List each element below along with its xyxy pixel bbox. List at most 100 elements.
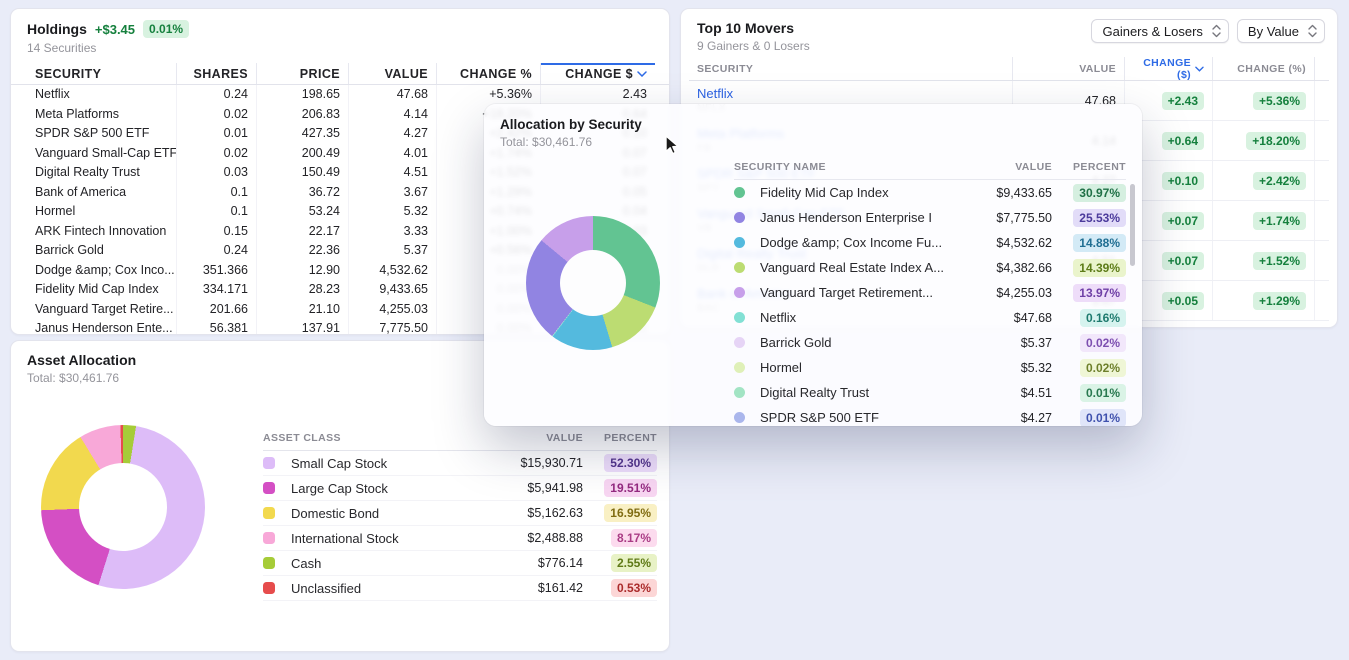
holdings-security-link[interactable]: Hormel: [27, 202, 177, 222]
popup-rows: Fidelity Mid Cap Index$9,433.6530.97%Jan…: [734, 180, 1126, 426]
series-color-swatch-icon: [734, 212, 745, 223]
series-name: SPDR S&P 500 ETF: [760, 410, 952, 425]
mover-change-pct-badge: +1.74%: [1253, 212, 1306, 230]
series-percent-cell: 13.97%: [1052, 284, 1126, 302]
movers-col-change-usd[interactable]: Change ($): [1125, 57, 1213, 80]
allocation-row: Large Cap Stock$5,941.9819.51%: [263, 476, 657, 501]
holdings-security-link[interactable]: SPDR S&P 500 ETF: [27, 124, 177, 144]
holdings-col-value[interactable]: Value: [349, 63, 437, 84]
holdings-value: 7,775.50: [349, 319, 437, 335]
popup-scrollbar-thumb[interactable]: [1130, 184, 1135, 266]
series-percent-badge: 0.02%: [1080, 334, 1126, 352]
allocation-row: SPDR S&P 500 ETF$4.270.01%: [734, 405, 1126, 426]
movers-col-security[interactable]: Security: [689, 57, 1013, 80]
series-name: Hormel: [760, 360, 952, 375]
series-name: International Stock: [291, 531, 481, 546]
holdings-shares: 0.02: [177, 144, 257, 164]
holdings-value: 4.51: [349, 163, 437, 183]
mover-change-usd-badge: +0.05: [1162, 292, 1204, 310]
holdings-shares: 0.15: [177, 222, 257, 242]
holdings-security-link[interactable]: Fidelity Mid Cap Index: [27, 280, 177, 300]
series-percent-badge: 0.53%: [611, 579, 657, 597]
allocation-row: Barrick Gold$5.370.02%: [734, 330, 1126, 355]
holdings-security-link[interactable]: Dodge &amp; Cox Inco...: [27, 261, 177, 281]
asset-col-percent: Percent: [583, 432, 657, 444]
series-percent-cell: 0.16%: [1052, 309, 1126, 327]
holdings-security-link[interactable]: Bank of America: [27, 183, 177, 203]
series-color-swatch-icon: [734, 337, 745, 348]
series-name: Cash: [291, 556, 481, 571]
holdings-security-link[interactable]: Vanguard Small-Cap ETF: [27, 144, 177, 164]
allocation-row: Dodge &amp; Cox Income Fu...$4,532.6214.…: [734, 230, 1126, 255]
popup-table-header: Security Name Value Percent: [734, 154, 1126, 180]
series-value: $5.37: [952, 336, 1052, 350]
movers-col-change-pct[interactable]: Change (%): [1213, 57, 1315, 80]
movers-col-value[interactable]: Value: [1013, 57, 1125, 80]
series-color-swatch-icon: [734, 262, 745, 273]
series-percent-cell: 14.39%: [1052, 259, 1126, 277]
series-value: $4,532.62: [952, 236, 1052, 250]
holdings-security-link[interactable]: Barrick Gold: [27, 241, 177, 261]
series-value: $4,382.66: [952, 261, 1052, 275]
holdings-price: 21.10: [257, 300, 349, 320]
holdings-security-link[interactable]: Netflix: [27, 85, 177, 105]
asset-allocation-donut-chart[interactable]: [41, 425, 205, 589]
series-value: $4,255.03: [952, 286, 1052, 300]
movers-table-header: Security Value Change ($) Change (%): [689, 57, 1329, 81]
series-name: Fidelity Mid Cap Index: [760, 185, 952, 200]
series-color-swatch-icon: [734, 287, 745, 298]
holdings-change-usd: 2.43: [541, 85, 655, 105]
holdings-price: 206.83: [257, 105, 349, 125]
series-value: $5,162.63: [481, 506, 583, 520]
asset-rows: Small Cap Stock$15,930.7152.30%Large Cap…: [263, 451, 657, 601]
holdings-col-shares[interactable]: Shares: [177, 63, 257, 84]
mover-change-pct-cell: +2.42%: [1213, 161, 1315, 200]
series-color-swatch-icon: [263, 557, 275, 569]
allocation-row: Unclassified$161.420.53%: [263, 576, 657, 601]
holdings-price: 427.35: [257, 124, 349, 144]
allocation-row: Vanguard Real Estate Index A...$4,382.66…: [734, 255, 1126, 280]
holdings-col-price[interactable]: Price: [257, 63, 349, 84]
holdings-shares: 0.03: [177, 163, 257, 183]
series-percent-badge: 2.55%: [611, 554, 657, 572]
holdings-shares: 334.171: [177, 280, 257, 300]
holdings-value: 5.32: [349, 202, 437, 222]
popup-allocation-table: Security Name Value Percent Fidelity Mid…: [734, 154, 1126, 426]
series-color-swatch-icon: [263, 457, 275, 469]
holdings-title: Holdings: [27, 21, 87, 37]
mover-change-usd-badge: +0.07: [1162, 212, 1204, 230]
top-movers-title: Top 10 Movers: [697, 20, 794, 36]
asset-col-class: Asset Class: [263, 432, 481, 444]
series-percent-badge: 13.97%: [1073, 284, 1126, 302]
security-allocation-donut-chart[interactable]: [526, 216, 660, 350]
allocation-row: Fidelity Mid Cap Index$9,433.6530.97%: [734, 180, 1126, 205]
sort-by-select-value: By Value: [1248, 24, 1299, 39]
gainers-losers-select[interactable]: Gainers & Losers: [1091, 19, 1228, 43]
holdings-security-link[interactable]: Janus Henderson Ente...: [27, 319, 177, 335]
holdings-security-link[interactable]: ARK Fintech Innovation: [27, 222, 177, 242]
holdings-security-link[interactable]: Vanguard Target Retire...: [27, 300, 177, 320]
holdings-col-change-pct[interactable]: Change %: [437, 63, 541, 84]
portfolio-dashboard: Holdings +$3.45 0.01% 14 Securities Secu…: [0, 0, 1349, 660]
popup-col-name: Security Name: [734, 161, 952, 173]
holdings-shares: 0.1: [177, 202, 257, 222]
sort-by-select[interactable]: By Value: [1237, 19, 1325, 43]
holdings-security-link[interactable]: Digital Realty Trust: [27, 163, 177, 183]
series-percent-cell: 16.95%: [583, 504, 657, 522]
holdings-price: 137.91: [257, 319, 349, 335]
holdings-shares: 0.02: [177, 105, 257, 125]
series-percent-cell: 14.88%: [1052, 234, 1126, 252]
series-value: $5,941.98: [481, 481, 583, 495]
mover-security-link[interactable]: Netflix: [697, 87, 733, 101]
holdings-value: 4.01: [349, 144, 437, 164]
holdings-security-link[interactable]: Meta Platforms: [27, 105, 177, 125]
series-percent-cell: 0.01%: [1052, 409, 1126, 427]
holdings-col-change-usd[interactable]: Change $: [541, 63, 655, 84]
donut-hole: [560, 250, 626, 316]
mover-change-pct-badge: +18.20%: [1246, 132, 1306, 150]
holdings-col-security[interactable]: Security: [27, 63, 177, 84]
mover-change-usd-badge: +2.43: [1162, 92, 1204, 110]
holdings-price: 150.49: [257, 163, 349, 183]
series-value: $5.32: [952, 361, 1052, 375]
mover-change-pct-badge: +2.42%: [1253, 172, 1306, 190]
